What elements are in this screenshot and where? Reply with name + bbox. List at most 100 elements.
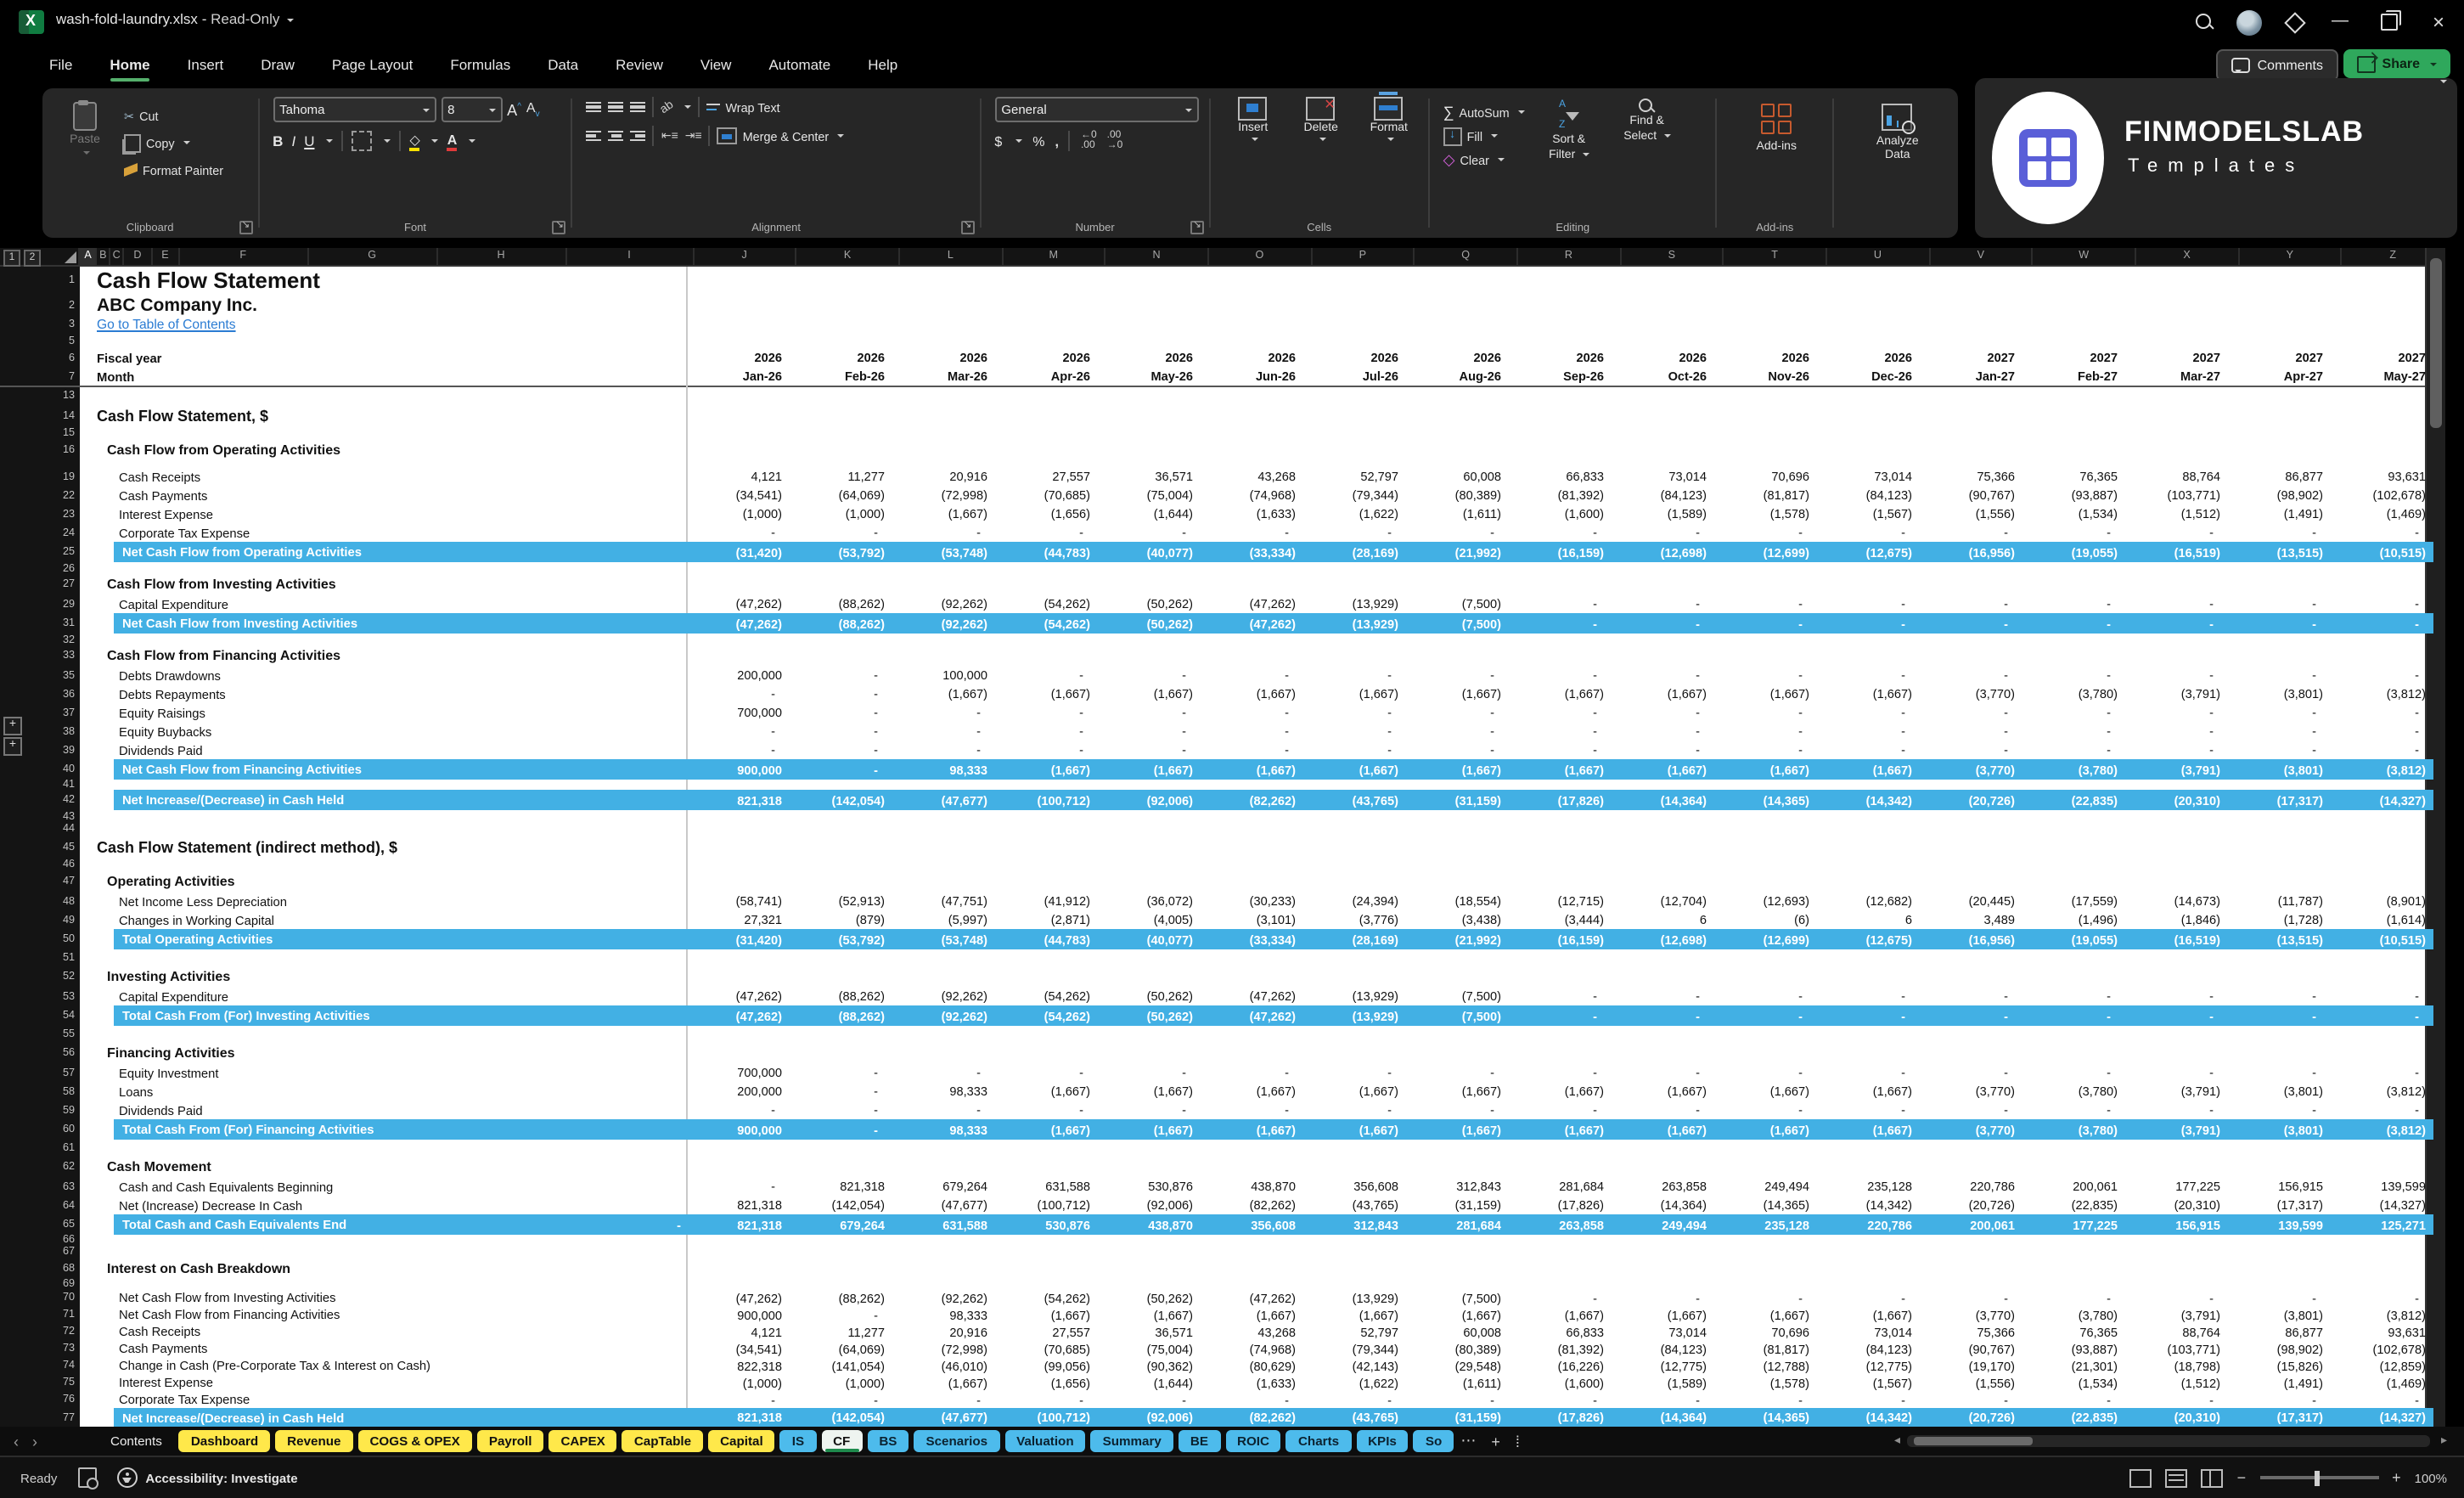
sheet-tab-captable[interactable]: CapTable bbox=[622, 1430, 703, 1452]
cell-K29[interactable]: (88,262) bbox=[789, 594, 892, 613]
vertical-scrollbar-thumb[interactable] bbox=[2430, 258, 2442, 428]
row-number-47[interactable]: 47 bbox=[63, 875, 75, 887]
cell-S71[interactable]: (1,667) bbox=[1611, 1306, 1713, 1323]
cell-V76[interactable]: - bbox=[1919, 1391, 2022, 1408]
row-label[interactable]: Interest Expense bbox=[119, 1375, 213, 1390]
cell-K24[interactable]: - bbox=[789, 523, 892, 542]
menu-tab-insert[interactable]: Insert bbox=[172, 51, 239, 78]
row-label[interactable]: Cash Receipts bbox=[119, 469, 200, 484]
cell-K64[interactable]: (142,054) bbox=[789, 1196, 892, 1214]
cell-N42[interactable]: (92,006) bbox=[1097, 790, 1200, 810]
sheet-tab-bs[interactable]: BS bbox=[867, 1430, 909, 1452]
cell-R48[interactable]: (12,715) bbox=[1508, 892, 1611, 910]
cell-Q73[interactable]: (80,389) bbox=[1405, 1340, 1508, 1357]
cell-T29[interactable]: - bbox=[1713, 594, 1816, 613]
cell-Y35[interactable]: - bbox=[2227, 666, 2330, 684]
cell-Z31[interactable]: - bbox=[2330, 613, 2433, 634]
cell-Z24[interactable]: - bbox=[2330, 523, 2433, 542]
cell-J23[interactable]: (1,000) bbox=[686, 504, 789, 523]
cell-Y23[interactable]: (1,491) bbox=[2227, 504, 2330, 523]
cell-T75[interactable]: (1,578) bbox=[1713, 1374, 1816, 1391]
cell-J72[interactable]: 4,121 bbox=[686, 1323, 789, 1340]
cell-Z65[interactable]: 125,271 bbox=[2330, 1214, 2433, 1235]
cell-L19[interactable]: 20,916 bbox=[892, 467, 994, 486]
cell-U23[interactable]: (1,567) bbox=[1816, 504, 1919, 523]
sheet-tab-summary[interactable]: Summary bbox=[1091, 1430, 1173, 1452]
cell-W29[interactable]: - bbox=[2022, 594, 2124, 613]
cell-V42[interactable]: (20,726) bbox=[1919, 790, 2022, 810]
column-header-S[interactable]: S bbox=[1621, 248, 1724, 265]
sheet-tab-be[interactable]: BE bbox=[1179, 1430, 1220, 1452]
row-number-39[interactable]: 39 bbox=[63, 744, 75, 756]
cell-M72[interactable]: 27,557 bbox=[994, 1323, 1097, 1340]
row-label[interactable]: Cash Flow from Investing Activities bbox=[107, 577, 336, 592]
cell-Z57[interactable]: - bbox=[2330, 1063, 2433, 1082]
cell-U76[interactable]: - bbox=[1816, 1391, 1919, 1408]
cell-K25[interactable]: (53,792) bbox=[789, 542, 892, 562]
cell-Z64[interactable]: (14,327) bbox=[2330, 1196, 2433, 1214]
menu-tab-draw[interactable]: Draw bbox=[245, 51, 310, 78]
align-center-button[interactable] bbox=[609, 130, 624, 141]
cell-L40[interactable]: 98,333 bbox=[892, 759, 994, 780]
cell-Y59[interactable]: - bbox=[2227, 1101, 2330, 1119]
row-label[interactable]: Cash Payments bbox=[119, 1341, 207, 1356]
cell-U35[interactable]: - bbox=[1816, 666, 1919, 684]
cell-K59[interactable]: - bbox=[789, 1101, 892, 1119]
cell-X76[interactable]: - bbox=[2124, 1391, 2227, 1408]
cell-Q57[interactable]: - bbox=[1405, 1063, 1508, 1082]
row-number-25[interactable]: 25 bbox=[63, 546, 75, 558]
cell-P36[interactable]: (1,667) bbox=[1302, 684, 1405, 703]
row-number-36[interactable]: 36 bbox=[63, 688, 75, 700]
cell-J42[interactable]: 821,318 bbox=[686, 790, 789, 810]
cell-Y40[interactable]: (3,801) bbox=[2227, 759, 2330, 780]
cell-T54[interactable]: - bbox=[1713, 1005, 1816, 1026]
tabs-scroll-right-button[interactable]: › bbox=[32, 1433, 51, 1450]
cell-N74[interactable]: (90,362) bbox=[1097, 1357, 1200, 1374]
cell-W42[interactable]: (22,835) bbox=[2022, 790, 2124, 810]
cell-O7[interactable]: Jun-26 bbox=[1200, 367, 1302, 386]
bold-button[interactable]: B bbox=[273, 132, 283, 149]
row-number-46[interactable]: 46 bbox=[63, 858, 75, 870]
cell-W70[interactable]: - bbox=[2022, 1289, 2124, 1306]
cell-U75[interactable]: (1,567) bbox=[1816, 1374, 1919, 1391]
cell-J58[interactable]: 200,000 bbox=[686, 1082, 789, 1101]
tabs-scroll-left-button[interactable]: ‹ bbox=[0, 1433, 32, 1450]
row-number-35[interactable]: 35 bbox=[63, 669, 75, 681]
cell-N19[interactable]: 36,571 bbox=[1097, 467, 1200, 486]
cell-V60[interactable]: (3,770) bbox=[1919, 1119, 2022, 1140]
decrease-decimal-button[interactable]: .00→0 bbox=[1107, 131, 1123, 151]
pre-value-cell[interactable]: - bbox=[640, 1214, 681, 1235]
row-label[interactable]: Equity Investment bbox=[119, 1065, 219, 1080]
cell-Z72[interactable]: 93,631 bbox=[2330, 1323, 2433, 1340]
row-number-48[interactable]: 48 bbox=[63, 895, 75, 907]
cell-O77[interactable]: (82,262) bbox=[1200, 1408, 1302, 1427]
cell-V48[interactable]: (20,445) bbox=[1919, 892, 2022, 910]
row-number-63[interactable]: 63 bbox=[63, 1180, 75, 1192]
find-select-button[interactable]: Find & Select bbox=[1613, 97, 1681, 214]
sheet-tab-roic[interactable]: ROIC bbox=[1225, 1430, 1281, 1452]
cell-V23[interactable]: (1,556) bbox=[1919, 504, 2022, 523]
borders-chevron-icon[interactable] bbox=[384, 139, 391, 146]
cell-W6[interactable]: 2027 bbox=[2022, 348, 2124, 367]
cell-P49[interactable]: (3,776) bbox=[1302, 910, 1405, 929]
cell-P73[interactable]: (79,344) bbox=[1302, 1340, 1405, 1357]
cell-Q64[interactable]: (31,159) bbox=[1405, 1196, 1508, 1214]
cell-U63[interactable]: 235,128 bbox=[1816, 1177, 1919, 1196]
cell-K39[interactable]: - bbox=[789, 741, 892, 759]
cell-V40[interactable]: (3,770) bbox=[1919, 759, 2022, 780]
cell-X22[interactable]: (103,771) bbox=[2124, 486, 2227, 504]
cell-N60[interactable]: (1,667) bbox=[1097, 1119, 1200, 1140]
row-number-53[interactable]: 53 bbox=[63, 990, 75, 1002]
row-number-6[interactable]: 6 bbox=[69, 352, 75, 363]
cell-U59[interactable]: - bbox=[1816, 1101, 1919, 1119]
cell-T74[interactable]: (12,788) bbox=[1713, 1357, 1816, 1374]
cell-J31[interactable]: (47,262) bbox=[686, 613, 789, 634]
cell-W71[interactable]: (3,780) bbox=[2022, 1306, 2124, 1323]
column-header-E[interactable]: E bbox=[153, 248, 180, 265]
cell-V58[interactable]: (3,770) bbox=[1919, 1082, 2022, 1101]
cell-R70[interactable]: - bbox=[1508, 1289, 1611, 1306]
cell-V37[interactable]: - bbox=[1919, 703, 2022, 722]
row-label[interactable]: Cash Movement bbox=[107, 1158, 211, 1174]
cell-L29[interactable]: (92,262) bbox=[892, 594, 994, 613]
row-label[interactable]: Fiscal year bbox=[97, 350, 161, 365]
